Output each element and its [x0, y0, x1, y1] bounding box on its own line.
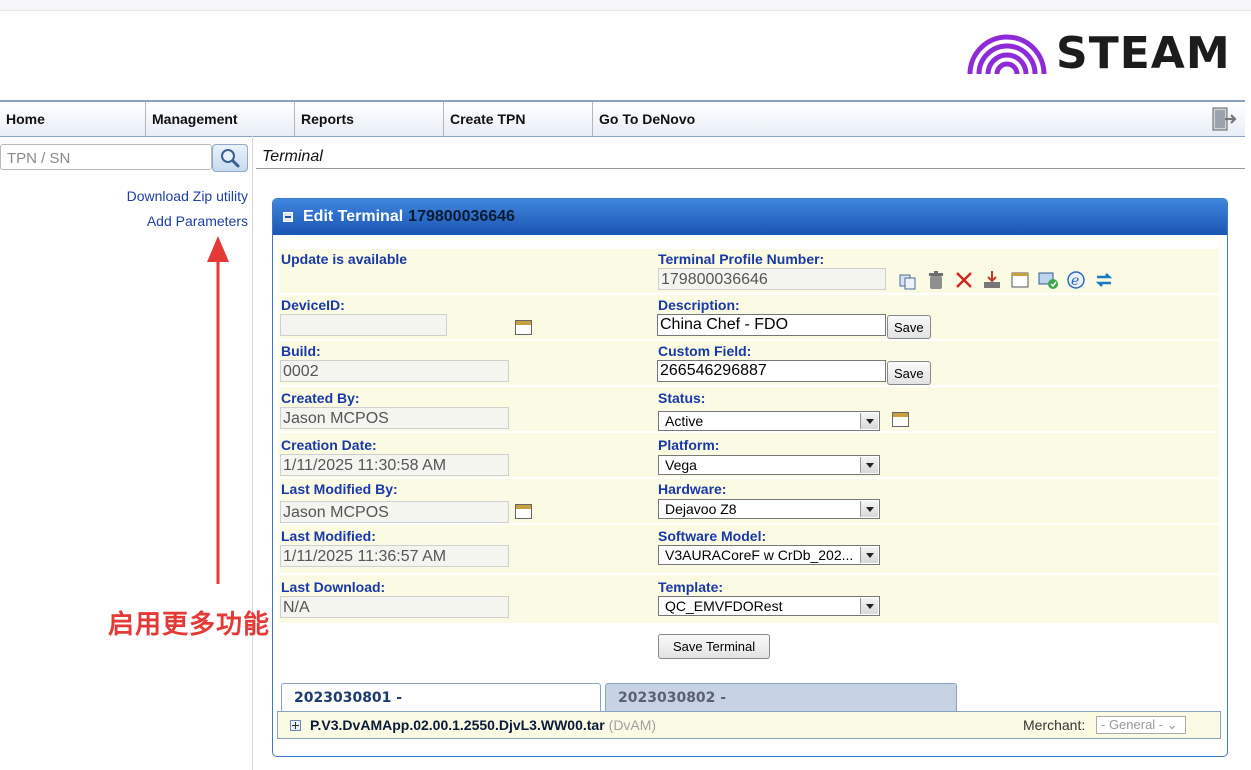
update-available-notice: Update is available — [281, 251, 408, 267]
calendar-icon[interactable] — [892, 412, 909, 427]
edit-terminal-panel: Edit Terminal 179800036646 Update is ava… — [272, 198, 1228, 757]
platform-value: Vega — [665, 457, 697, 473]
steam-logo: STEAM — [966, 30, 1231, 78]
copy-icon[interactable] — [897, 269, 919, 291]
template-label: Template: — [658, 579, 724, 595]
device-id-label: DeviceID: — [281, 297, 345, 313]
creation-date-field: 1/11/2025 11:30:58 AM — [280, 454, 509, 476]
sync-icon[interactable] — [1093, 269, 1115, 291]
search-box — [0, 144, 212, 170]
download-icon[interactable] — [981, 269, 1003, 291]
merchant-value: - General - — [1101, 717, 1164, 732]
nav-go-to-denovo[interactable]: Go To DeNovo — [593, 102, 793, 136]
status-value: Active — [665, 413, 704, 429]
last-modified-by-label: Last Modified By: — [281, 481, 398, 497]
save-description-button[interactable]: Save — [887, 315, 931, 339]
search-icon — [221, 149, 240, 168]
hardware-value: Dejavoo Z8 — [665, 501, 737, 517]
software-model-select[interactable]: V3AURACoreF w CrDb_202... — [658, 545, 880, 565]
title-divider — [256, 168, 1245, 169]
description-input[interactable]: China Chef - FDO — [657, 314, 886, 336]
rainbow-arc-icon — [967, 34, 1047, 75]
last-modified-label: Last Modified: — [281, 528, 376, 544]
calendar-icon[interactable] — [515, 504, 532, 519]
main-nav: Home Management Reports Create TPN Go To… — [0, 100, 1245, 137]
build-field: 0002 — [280, 360, 509, 382]
action-toolbar: e — [897, 269, 1115, 291]
annotation-arrow-icon — [207, 236, 229, 584]
chevron-down-icon: ⌄ — [1166, 717, 1178, 732]
panel-title: Edit Terminal — [303, 208, 404, 225]
chevron-down-icon — [860, 598, 878, 614]
search-button[interactable] — [212, 144, 248, 172]
brand-name: STEAM — [1056, 28, 1231, 79]
save-terminal-button[interactable]: Save Terminal — [658, 634, 771, 659]
description-label: Description: — [658, 297, 740, 313]
status-select[interactable]: Active — [658, 411, 880, 431]
nav-create-tpn[interactable]: Create TPN — [444, 102, 593, 136]
svg-text:e: e — [1071, 273, 1079, 289]
network-icon[interactable] — [1037, 269, 1059, 291]
template-select[interactable]: QC_EMVFDORest — [658, 596, 880, 616]
build-label: Build: — [281, 343, 321, 359]
tpn-search-input[interactable] — [5, 146, 209, 170]
chevron-down-icon — [860, 457, 878, 473]
merchant-label: Merchant: — [1023, 717, 1086, 733]
custom-field-input[interactable]: 266546296887 — [657, 360, 886, 382]
chevron-down-icon — [860, 547, 878, 563]
panel-header: Edit Terminal 179800036646 — [273, 199, 1227, 235]
file-row: P.V3.DvAMApp.02.00.1.2550.DjvL3.WW00.tar… — [277, 711, 1221, 739]
logout-icon[interactable] — [1210, 106, 1238, 132]
tab-package-2[interactable]: 2023030802 - V3AURA_DV_CREDIT_202303... — [605, 683, 957, 734]
delete-x-icon[interactable] — [953, 269, 975, 291]
nav-management[interactable]: Management — [146, 102, 295, 136]
created-by-label: Created By: — [281, 390, 360, 406]
file-tag: (DvAM) — [608, 717, 657, 733]
nav-home[interactable]: Home — [0, 102, 146, 136]
merchant-select[interactable]: - General - ⌄ — [1096, 716, 1186, 734]
last-download-label: Last Download: — [281, 579, 386, 595]
status-label: Status: — [658, 390, 706, 406]
page-title: Terminal — [262, 148, 323, 165]
tpn-label: Terminal Profile Number: — [658, 251, 825, 267]
file-name: P.V3.DvAMApp.02.00.1.2550.DjvL3.WW00.tar… — [310, 717, 656, 733]
software-model-label: Software Model: — [658, 528, 767, 544]
save-custom-field-button[interactable]: Save — [887, 361, 931, 385]
hardware-select[interactable]: Dejavoo Z8 — [658, 499, 880, 519]
platform-select[interactable]: Vega — [658, 455, 880, 475]
trash-icon[interactable] — [925, 269, 947, 291]
expand-plus-icon[interactable] — [290, 720, 301, 731]
creation-date-label: Creation Date: — [281, 437, 377, 453]
last-download-field: N/A — [280, 596, 509, 618]
last-modified-field: 1/11/2025 11:36:57 AM — [280, 545, 509, 567]
custom-field-label: Custom Field: — [658, 343, 752, 359]
template-value: QC_EMVFDORest — [665, 598, 783, 614]
collapse-icon[interactable] — [283, 212, 293, 222]
software-model-value: V3AURACoreF w CrDb_202... — [665, 547, 854, 563]
last-modified-by-field: Jason MCPOS — [280, 501, 509, 523]
tab-package-1[interactable]: 2023030801 - V3AURA_DV_AM_20230308 — [281, 683, 601, 734]
ie-icon[interactable]: e — [1065, 269, 1087, 291]
panel-terminal-id: 179800036646 — [408, 208, 515, 225]
calendar-icon[interactable] — [515, 320, 532, 335]
download-zip-utility-link[interactable]: Download Zip utility — [127, 188, 248, 204]
file-name-text: P.V3.DvAMApp.02.00.1.2550.DjvL3.WW00.tar — [310, 717, 605, 733]
top-strip — [0, 0, 1251, 11]
device-id-field[interactable] — [280, 314, 447, 336]
chevron-down-icon — [860, 413, 878, 429]
chevron-down-icon — [860, 501, 878, 517]
hardware-label: Hardware: — [658, 481, 727, 497]
window-icon[interactable] — [1009, 269, 1031, 291]
annotation-text: 启用更多功能 — [108, 610, 271, 640]
created-by-field: Jason MCPOS — [280, 407, 509, 429]
tpn-field: 179800036646 — [658, 268, 886, 290]
nav-reports[interactable]: Reports — [295, 102, 444, 136]
platform-label: Platform: — [658, 437, 720, 453]
add-parameters-link[interactable]: Add Parameters — [147, 213, 248, 229]
